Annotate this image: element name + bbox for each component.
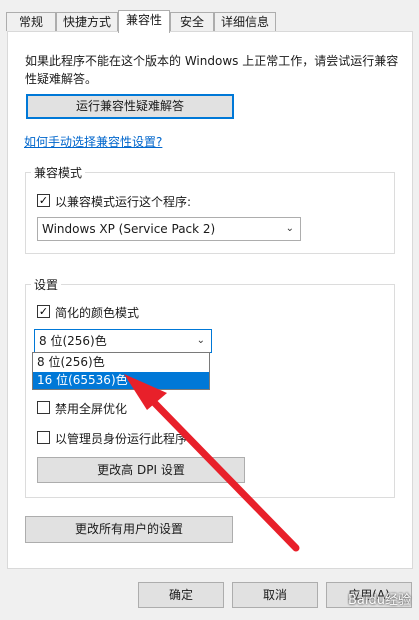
reduced-color-checkbox[interactable]: ✓ (37, 305, 50, 318)
color-depth-select[interactable]: 8 位(256)色 ⌄ (34, 329, 212, 353)
run-as-admin-checkbox[interactable] (37, 431, 50, 444)
compat-mode-checkbox-label: 以兼容模式运行这个程序: (55, 195, 192, 209)
reduced-color-label: 简化的颜色模式 (55, 306, 140, 320)
check-icon: ✓ (38, 194, 49, 207)
disable-fullscreen-checkbox[interactable] (37, 401, 50, 414)
intro-text: 如果此程序不能在这个版本的 Windows 上正常工作，请尝试运行兼容性疑难解答… (25, 54, 399, 86)
color-option-8bit[interactable]: 8 位(256)色 (33, 354, 209, 371)
manual-settings-link[interactable]: 如何手动选择兼容性设置? (24, 133, 162, 150)
cancel-button[interactable]: 取消 (232, 582, 318, 608)
os-version-value: Windows XP (Service Pack 2) (42, 222, 216, 236)
change-dpi-button[interactable]: 更改高 DPI 设置 (37, 457, 245, 483)
compat-mode-group: 兼容模式 ✓ 以兼容模式运行这个程序: Windows XP (Service … (25, 164, 395, 254)
tab-general[interactable]: 常规 (6, 12, 56, 31)
check-icon: ✓ (38, 305, 49, 318)
watermark-logo: Baidu经验 (348, 593, 411, 608)
compatibility-panel: 如果此程序不能在这个版本的 Windows 上正常工作，请尝试运行兼容性疑难解答… (7, 31, 413, 569)
settings-legend: 设置 (31, 276, 62, 293)
tab-shortcut[interactable]: 快捷方式 (56, 12, 118, 31)
run-troubleshooter-button[interactable]: 运行兼容性疑难解答 (26, 94, 234, 119)
tab-compatibility[interactable]: 兼容性 (118, 10, 170, 33)
os-version-select[interactable]: Windows XP (Service Pack 2) ⌄ (37, 217, 301, 241)
ok-button[interactable]: 确定 (138, 582, 224, 608)
tab-security[interactable]: 安全 (170, 12, 214, 31)
color-depth-value: 8 位(256)色 (39, 334, 107, 348)
all-users-settings-button[interactable]: 更改所有用户的设置 (25, 516, 233, 543)
color-option-16bit[interactable]: 16 位(65536)色 (33, 372, 209, 389)
tab-strip: 常规 快捷方式 兼容性 安全 详细信息 (6, 10, 416, 33)
chevron-down-icon: ⌄ (196, 335, 205, 346)
settings-group: 设置 ✓ 简化的颜色模式 8 位(256)色 ⌄ 禁用全屏优化 以管理员身份运行… (25, 276, 395, 498)
disable-fullscreen-label: 禁用全屏优化 (55, 402, 128, 416)
compat-mode-checkbox[interactable]: ✓ (37, 194, 50, 207)
run-as-admin-label: 以管理员身份运行此程序 (55, 432, 188, 446)
tab-details[interactable]: 详细信息 (214, 12, 276, 31)
color-depth-dropdown-list: 8 位(256)色 16 位(65536)色 (32, 352, 210, 390)
chevron-down-icon: ⌄ (285, 223, 294, 234)
compat-mode-legend: 兼容模式 (31, 164, 86, 181)
